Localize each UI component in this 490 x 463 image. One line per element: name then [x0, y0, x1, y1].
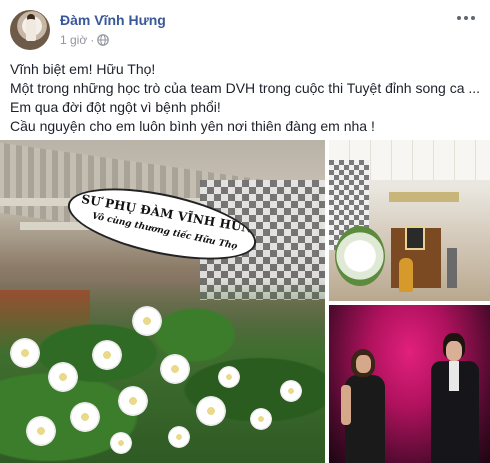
post-line: Vĩnh biệt em! Hữu Thọ! — [10, 61, 156, 77]
post-line: Một trong những học trò của team DVH tro… — [10, 80, 481, 96]
post-timestamp[interactable]: 1 giờ — [60, 33, 87, 47]
post-text: Vĩnh biệt em! Hữu Thọ! Một trong những h… — [10, 60, 480, 136]
more-options-icon[interactable] — [456, 12, 476, 24]
photo-stage[interactable] — [329, 305, 490, 463]
author-name[interactable]: Đàm Vĩnh Hưng — [60, 12, 166, 28]
post-line: Em qua đời đột ngột vì bệnh phổi! — [10, 99, 221, 115]
globe-icon[interactable] — [97, 34, 110, 46]
meta-separator: · — [90, 33, 95, 47]
author-avatar[interactable] — [10, 10, 50, 50]
post-line: Cầu nguyện cho em luôn bình yên nơi thiê… — [10, 118, 375, 134]
photo-altar[interactable] — [329, 140, 490, 301]
post-meta: 1 giờ · — [60, 33, 110, 47]
photo-grid: SƯ PHỤ ĐÀM VĨNH HƯNG CÙNG TEAM Vô cùng t… — [0, 140, 490, 463]
facebook-post: Đàm Vĩnh Hưng 1 giờ · Vĩnh biệt em! Hữu … — [0, 0, 490, 463]
photo-funeral-wreath[interactable]: SƯ PHỤ ĐÀM VĨNH HƯNG CÙNG TEAM Vô cùng t… — [0, 140, 325, 463]
